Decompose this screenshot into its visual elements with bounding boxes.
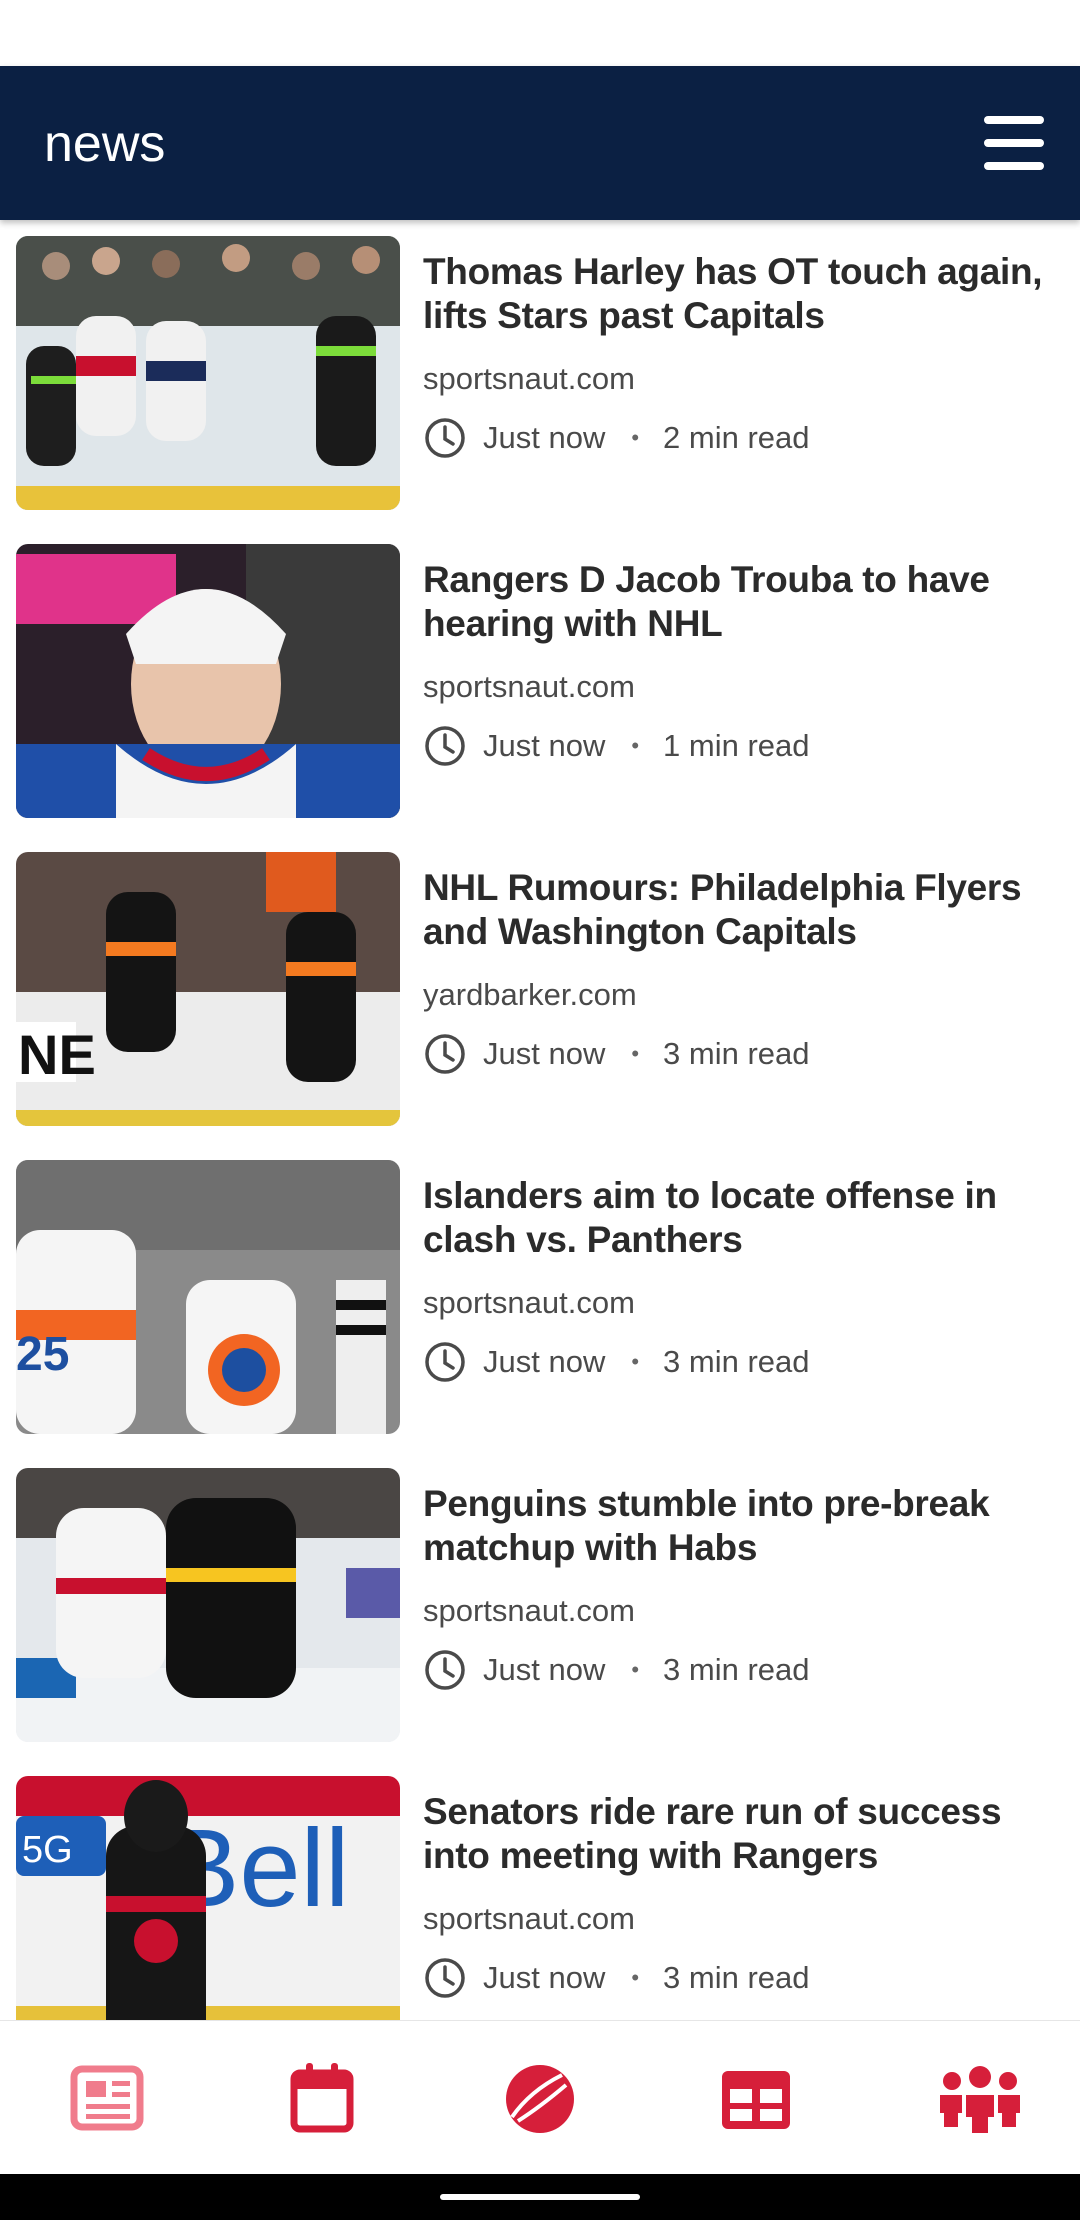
article-meta: Just now • 1 min read [423,724,810,768]
article-thumbnail: 5G Bell [16,1776,400,2020]
news-list: Thomas Harley has OT touch again, lifts … [0,220,1080,2020]
article-title: Senators ride rare run of success into m… [423,1791,1002,1876]
article-title: Thomas Harley has OT touch again, lifts … [423,251,1043,336]
meta-separator: • [631,1657,640,1682]
article-read-time: 3 min read [663,1344,810,1379]
article-meta: Just now • 3 min read [423,1032,810,1076]
article-time: Just now [483,1652,606,1687]
svg-text:25: 25 [16,1328,69,1381]
article-time: Just now [483,1344,606,1379]
clock-icon [423,724,467,768]
article-time: Just now [483,728,606,763]
article-time: Just now [483,1036,606,1071]
article-thumbnail: NE [16,852,400,1126]
nav-schedule-button[interactable] [284,2061,364,2137]
meta-separator: • [631,1965,640,1990]
article-source: yardbarker.com [423,977,637,1012]
article-read-time: 3 min read [663,1036,810,1071]
article-title: NHL Rumours: Philadelphia Flyers and Was… [423,867,1022,952]
meta-separator: • [631,1041,640,1066]
article-meta: Just now • 3 min read [423,1956,810,2000]
nav-teams-button[interactable] [936,2061,1024,2137]
article-title: Islanders aim to locate offense in clash… [423,1175,997,1260]
meta-separator: • [631,1349,640,1374]
article-thumbnail: 25 [16,1160,400,1434]
news-item[interactable]: 5G Bell Senators ride rare run of succes… [0,1760,1080,2020]
article-read-time: 1 min read [663,728,810,763]
article-thumbnail [16,1468,400,1742]
clock-icon [423,1648,467,1692]
news-item[interactable]: Penguins stumble into pre-break matchup … [0,1452,1080,1760]
news-item[interactable]: Rangers D Jacob Trouba to have hearing w… [0,528,1080,836]
article-source: sportsnaut.com [423,361,635,396]
article-thumbnail [16,544,400,818]
clock-icon [423,1956,467,2000]
page-title: news [44,115,166,173]
article-title: Rangers D Jacob Trouba to have hearing w… [423,559,990,644]
team-people-icon [940,2066,1020,2133]
clock-icon [423,416,467,460]
article-time: Just now [483,420,606,455]
svg-text:NE: NE [18,1023,96,1086]
ball-icon [506,2065,574,2133]
newspaper-icon [70,2065,144,2131]
hamburger-menu-icon[interactable] [984,116,1044,170]
clock-icon [423,1032,467,1076]
clock-icon [423,1340,467,1384]
standings-table-icon [722,2071,790,2129]
nav-scores-button[interactable] [500,2061,580,2137]
bottom-navigation [0,2020,1080,2174]
svg-text:5G: 5G [22,1829,73,1871]
nav-standings-button[interactable] [716,2061,796,2137]
meta-separator: • [631,733,640,758]
system-gesture-bar [0,2174,1080,2220]
meta-separator: • [631,425,640,450]
article-thumbnail [16,236,400,510]
article-source: sportsnaut.com [423,1593,635,1628]
calendar-icon [290,2063,354,2133]
article-source: sportsnaut.com [423,1285,635,1320]
article-meta: Just now • 2 min read [423,416,810,460]
article-read-time: 3 min read [663,1960,810,1995]
article-source: sportsnaut.com [423,1901,635,1936]
news-item[interactable]: 25 Islanders aim to locate offense in cl… [0,1144,1080,1452]
article-source: sportsnaut.com [423,669,635,704]
home-gesture-handle[interactable] [440,2194,640,2200]
article-meta: Just now • 3 min read [423,1340,810,1384]
news-item[interactable]: NE NHL Rumours: Philadelphia Flyers and … [0,836,1080,1144]
article-read-time: 2 min read [663,420,810,455]
app-bar: news [0,66,1080,220]
article-meta: Just now • 3 min read [423,1648,810,1692]
article-title: Penguins stumble into pre-break matchup … [423,1483,990,1568]
nav-news-button[interactable] [68,2061,148,2137]
news-item[interactable]: Thomas Harley has OT touch again, lifts … [0,220,1080,528]
article-time: Just now [483,1960,606,1995]
status-bar [0,0,1080,66]
article-read-time: 3 min read [663,1652,810,1687]
